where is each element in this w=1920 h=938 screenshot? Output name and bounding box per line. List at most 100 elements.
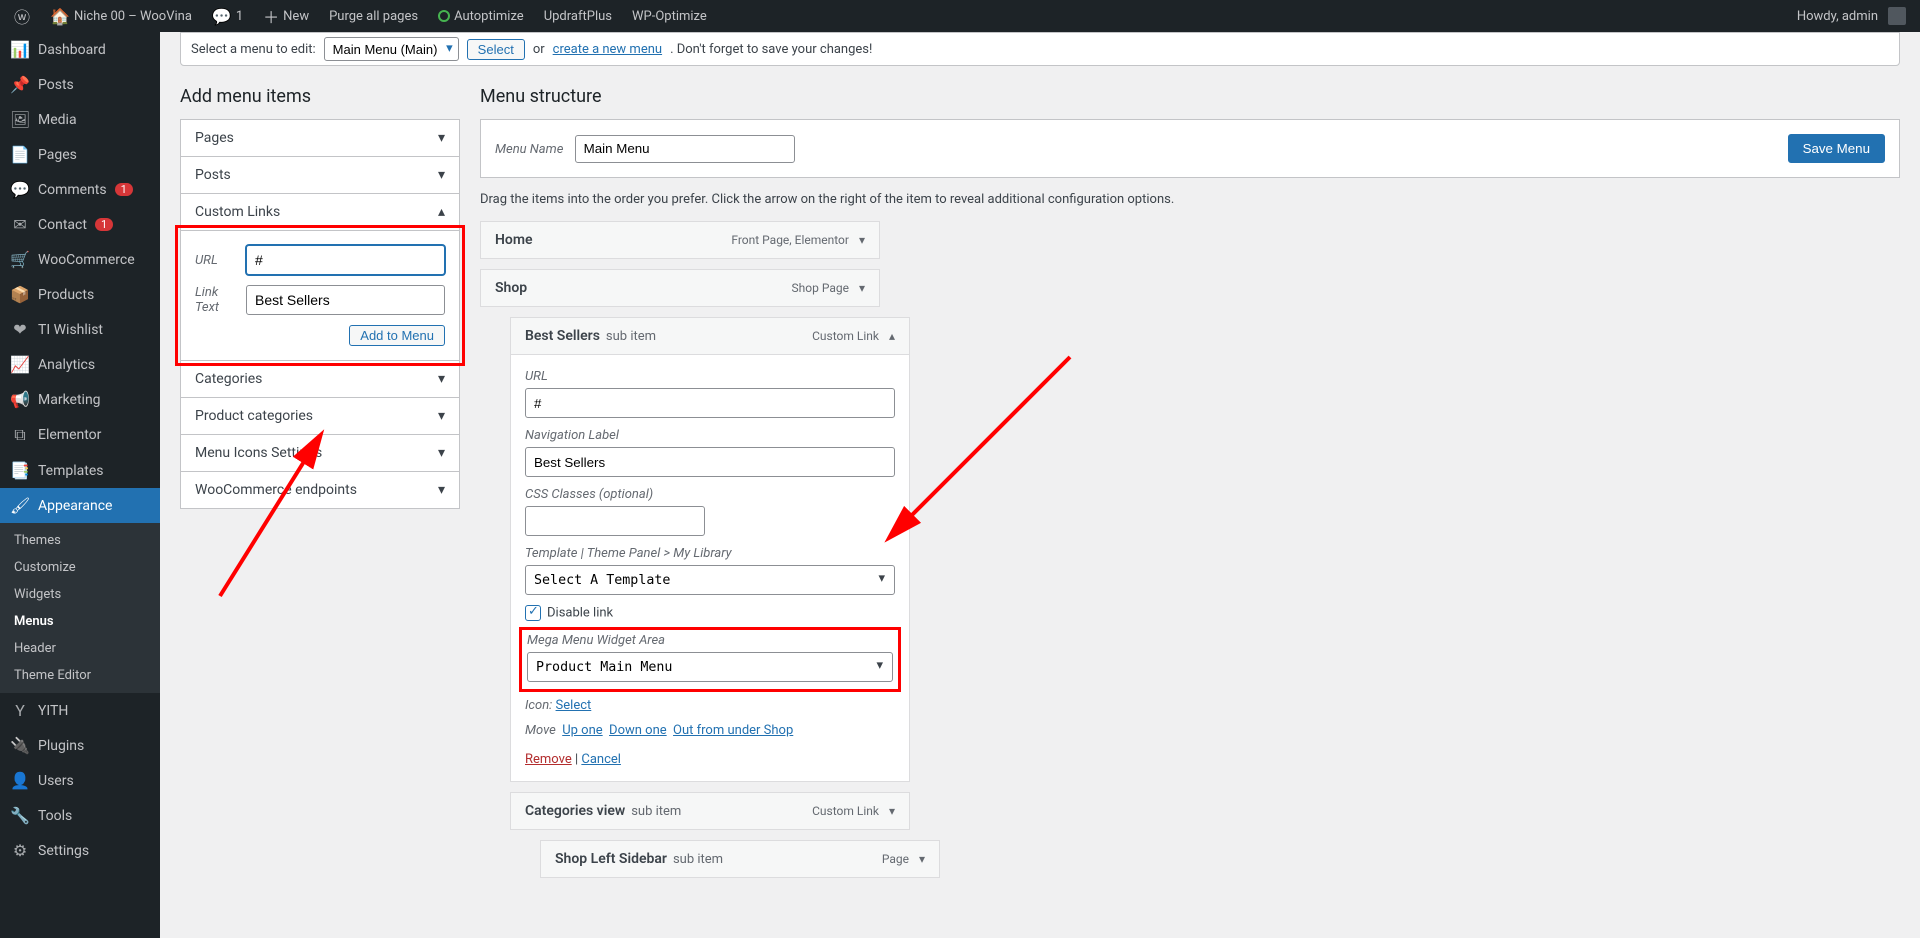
sidebar-item-templates[interactable]: 📑Templates	[0, 453, 160, 488]
chevron-down-icon: ▾	[438, 408, 445, 424]
tail-text: . Don't forget to save your changes!	[670, 42, 872, 57]
count-badge: 1	[95, 218, 113, 231]
chevron-down-icon[interactable]: ▾	[919, 852, 925, 866]
sidebar-item-marketing[interactable]: 📢Marketing	[0, 382, 160, 417]
wp-optimize[interactable]: WP-Optimize	[624, 0, 715, 32]
menu-icon: 📑	[10, 461, 30, 480]
disable-link-checkbox[interactable]	[525, 605, 541, 621]
count-badge: 1	[115, 183, 133, 196]
menu-icon: 📢	[10, 390, 30, 409]
sidebar-subitem-menus[interactable]: Menus	[0, 608, 160, 635]
annotation-arrow-right	[880, 347, 1080, 547]
sidebar-item-dashboard[interactable]: 📊Dashboard	[0, 32, 160, 67]
menu-icon: 🔌	[10, 736, 30, 755]
menu-name-input[interactable]	[575, 135, 795, 163]
admin-sidebar: 📊Dashboard📌Posts🖼Media📄Pages💬Comments1✉C…	[0, 32, 160, 938]
my-account[interactable]: Howdy, admin	[1789, 0, 1914, 32]
sidebar-item-pages[interactable]: 📄Pages	[0, 137, 160, 172]
menu-item-nav-label-input[interactable]	[525, 447, 895, 477]
template-label: Template	[525, 546, 577, 561]
menu-icon: ⚙	[10, 841, 30, 860]
autoptimize[interactable]: Autoptimize	[430, 0, 532, 32]
sidebar-item-appearance[interactable]: 🖌Appearance	[0, 488, 160, 523]
menu-icon: ❤	[10, 320, 30, 339]
add-to-menu-button[interactable]: Add to Menu	[349, 325, 445, 346]
comments-bubble[interactable]: 💬1	[204, 0, 251, 32]
acc-posts[interactable]: Posts▾	[181, 156, 459, 193]
custom-url-input[interactable]	[246, 245, 445, 275]
cancel-link[interactable]: Cancel	[581, 752, 621, 767]
acc-menu-icons[interactable]: Menu Icons Settings▾	[181, 434, 459, 471]
create-menu-link[interactable]: create a new menu	[553, 42, 662, 57]
instructions-text: Drag the items into the order you prefer…	[480, 178, 1900, 221]
menu-icon: 📌	[10, 75, 30, 94]
menu-item-best-sellers[interactable]: Best Sellerssub itemCustom Link▴ URL Nav…	[510, 317, 910, 782]
sidebar-item-elementor[interactable]: ⧉Elementor	[0, 417, 160, 453]
sidebar-subitem-customize[interactable]: Customize	[0, 554, 160, 581]
updraftplus[interactable]: UpdraftPlus	[536, 0, 620, 32]
sidebar-item-products[interactable]: 📦Products	[0, 277, 160, 312]
menu-structure-heading: Menu structure	[480, 86, 1900, 107]
chevron-down-icon[interactable]: ▾	[859, 281, 865, 295]
select-button[interactable]: Select	[467, 39, 525, 60]
sidebar-item-ti-wishlist[interactable]: ❤TI Wishlist	[0, 312, 160, 347]
acc-wc-endpoints[interactable]: WooCommerce endpoints▾	[181, 471, 459, 508]
acc-pages[interactable]: Pages▾	[181, 120, 459, 156]
acc-custom-links[interactable]: Custom Links▴	[181, 193, 459, 230]
sidebar-subitem-theme-editor[interactable]: Theme Editor	[0, 662, 160, 689]
sidebar-subitem-widgets[interactable]: Widgets	[0, 581, 160, 608]
save-menu-button[interactable]: Save Menu	[1788, 134, 1885, 163]
menu-item-categories-view[interactable]: Categories viewsub itemCustom Link▾	[510, 792, 910, 830]
sidebar-item-posts[interactable]: 📌Posts	[0, 67, 160, 102]
template-hint: | Theme Panel > My Library	[581, 546, 732, 561]
move-up-link[interactable]: Up one	[562, 723, 602, 738]
menu-item-shop[interactable]: ShopShop Page▾	[480, 269, 880, 307]
icon-select-link[interactable]: Select	[556, 698, 592, 713]
acc-categories[interactable]: Categories▾	[181, 360, 459, 397]
disable-link-label: Disable link	[547, 605, 613, 620]
sidebar-item-woocommerce[interactable]: 🛒WooCommerce	[0, 242, 160, 277]
move-out-link[interactable]: Out from under Shop	[673, 723, 793, 738]
remove-link[interactable]: Remove	[525, 752, 572, 767]
site-name[interactable]: 🏠Niche 00 – WooVina	[42, 0, 200, 32]
acc-product-categories[interactable]: Product categories▾	[181, 397, 459, 434]
status-icon	[438, 10, 450, 22]
add-items-heading: Add menu items	[180, 86, 460, 107]
custom-link-text-input[interactable]	[246, 285, 445, 315]
menu-item-url-input[interactable]	[525, 388, 895, 418]
mega-menu-select[interactable]: Product Main Menu	[527, 652, 893, 682]
chevron-down-icon[interactable]: ▾	[859, 233, 865, 247]
sidebar-item-users[interactable]: 👤Users	[0, 763, 160, 798]
sidebar-item-yith[interactable]: YYITH	[0, 693, 160, 728]
wp-logo[interactable]: ⓦ	[6, 0, 38, 32]
icon-label: Icon:	[525, 698, 552, 713]
sidebar-item-tools[interactable]: 🔧Tools	[0, 798, 160, 833]
new-content[interactable]: ＋New	[255, 0, 317, 32]
nav-label-label: Navigation Label	[525, 428, 895, 443]
menu-icon: 🛒	[10, 250, 30, 269]
sidebar-item-settings[interactable]: ⚙Settings	[0, 833, 160, 868]
chevron-up-icon[interactable]: ▴	[889, 329, 895, 343]
sidebar-item-plugins[interactable]: 🔌Plugins	[0, 728, 160, 763]
sidebar-subitem-header[interactable]: Header	[0, 635, 160, 662]
sidebar-item-media[interactable]: 🖼Media	[0, 102, 160, 137]
url-label: URL	[195, 253, 236, 268]
url-field-label: URL	[525, 369, 895, 384]
menu-item-home[interactable]: HomeFront Page, Elementor▾	[480, 221, 880, 259]
sidebar-subitem-themes[interactable]: Themes	[0, 527, 160, 554]
menu-icon: 💬	[10, 180, 30, 199]
purge-pages[interactable]: Purge all pages	[321, 0, 426, 32]
menu-select[interactable]: Main Menu (Main)	[324, 37, 459, 61]
add-items-accordion: Pages▾ Posts▾ Custom Links▴ URL Link Tex…	[180, 119, 460, 509]
menu-icon: ✉	[10, 215, 30, 234]
sidebar-item-analytics[interactable]: 📈Analytics	[0, 347, 160, 382]
menu-item-shop-left-sidebar[interactable]: Shop Left Sidebarsub itemPage▾	[540, 840, 940, 878]
chevron-down-icon[interactable]: ▾	[889, 804, 895, 818]
template-select[interactable]: Select A Template	[525, 565, 895, 595]
menu-item-css-input[interactable]	[525, 506, 705, 536]
sidebar-item-comments[interactable]: 💬Comments1	[0, 172, 160, 207]
menu-name-label: Menu Name	[495, 142, 563, 157]
move-down-link[interactable]: Down one	[609, 723, 667, 738]
menu-icon: 📦	[10, 285, 30, 304]
sidebar-item-contact[interactable]: ✉Contact1	[0, 207, 160, 242]
